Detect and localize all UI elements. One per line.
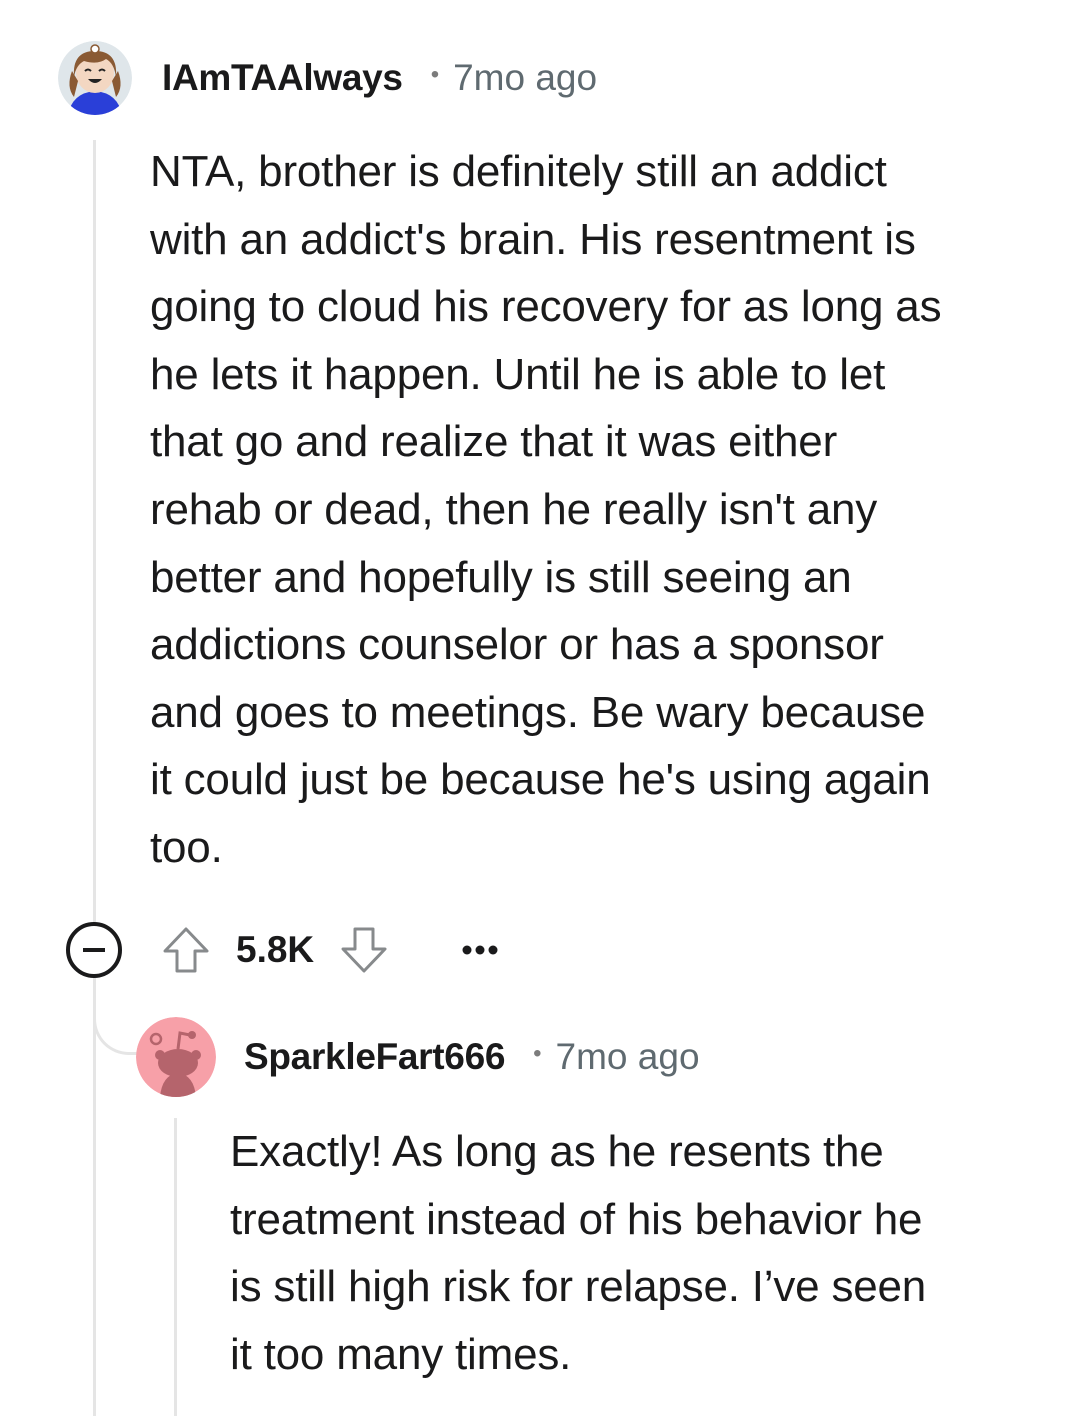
comment-username[interactable]: IAmTAAlways — [162, 57, 403, 99]
reply-connector — [93, 985, 141, 1055]
comment-body-line: better and hopefully is still seeing an — [150, 552, 852, 602]
more-options-button[interactable] — [462, 930, 498, 970]
comment-body-line: addictions counselor or has a sponsor — [150, 620, 884, 670]
meta-separator: • — [533, 1040, 542, 1067]
meta-separator: • — [430, 61, 440, 88]
comment-header: SparkleFart666 • 7mo ago — [136, 1017, 700, 1097]
comment-body-line: it too many times. — [230, 1329, 572, 1379]
comment-body-line: with an addict's brain. His resentment i… — [150, 214, 916, 264]
comment-body-line: he lets it happen. Until he is able to l… — [150, 349, 886, 399]
comment-body: Exactly! As long as he resents the treat… — [230, 1118, 1060, 1388]
comment-body-line: NTA, brother is definitely still an addi… — [150, 147, 887, 196]
thread-line[interactable] — [93, 968, 96, 1416]
comment-timestamp: 7mo ago — [555, 1036, 700, 1077]
user-avatar-icon[interactable] — [58, 41, 132, 115]
comment-body-line: and goes to meetings. Be wary because — [150, 687, 926, 737]
upvote-button[interactable] — [158, 922, 214, 978]
ellipsis-icon — [462, 945, 498, 955]
comment-body-line: rehab or dead, then he really isn't any — [150, 484, 878, 534]
comment-header: IAmTAAlways • 7mo ago — [58, 40, 597, 116]
minus-icon — [83, 948, 105, 952]
snoo-avatar-icon[interactable] — [136, 1017, 216, 1097]
arrow-down-icon — [341, 927, 387, 973]
comment-body: NTA, brother is definitely still an addi… — [150, 138, 1050, 882]
arrow-up-icon — [163, 927, 209, 973]
comment-body-line: is still high risk for relapse. I’ve see… — [230, 1262, 927, 1312]
thread-line[interactable] — [174, 1118, 177, 1416]
comment-body-line: too. — [150, 822, 223, 872]
comment-body-line: going to cloud his recovery for as long … — [150, 282, 942, 332]
comment-thread: IAmTAAlways • 7mo ago NTA, brother is de… — [0, 0, 1080, 1416]
vote-score: 5.8K — [236, 929, 315, 970]
thread-line[interactable] — [93, 140, 96, 930]
collapse-button[interactable] — [66, 922, 122, 978]
comment-timestamp: 7mo ago — [453, 57, 598, 98]
downvote-button[interactable] — [336, 922, 392, 978]
comment-body-line: treatment instead of his behavior he — [230, 1194, 923, 1244]
comment-body-line: Exactly! As long as he resents the — [230, 1127, 884, 1176]
comment-body-line: that go and realize that it was either — [150, 417, 838, 467]
comment-username[interactable]: SparkleFart666 — [244, 1036, 505, 1078]
comment-body-line: it could just be because he's using agai… — [150, 755, 931, 805]
comment-action-bar: 5.8K — [66, 920, 498, 980]
